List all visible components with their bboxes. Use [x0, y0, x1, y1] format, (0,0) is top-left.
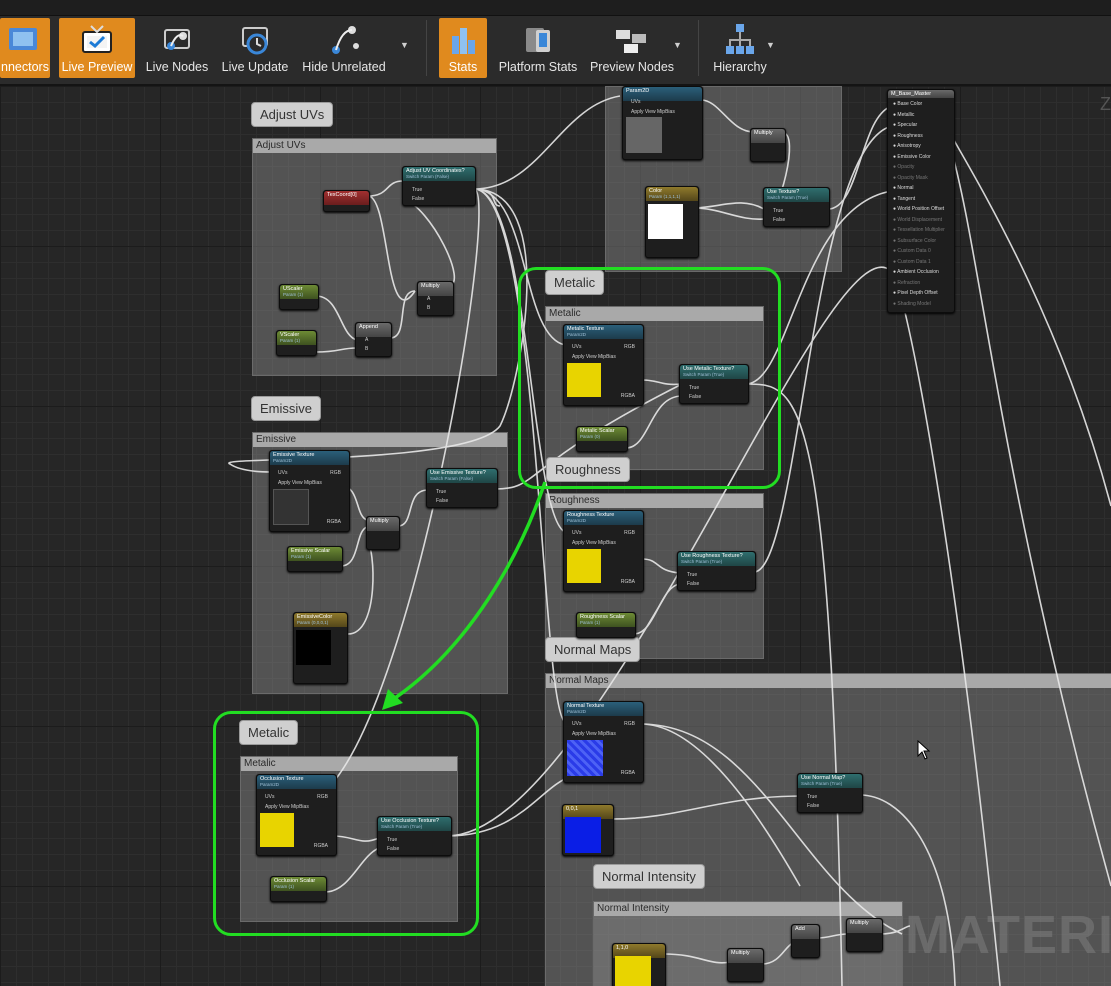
toolbar-live-preview-button[interactable]: Live Preview [59, 18, 135, 78]
platform-stats-icon [526, 28, 550, 52]
toolbar-hierarchy-button[interactable]: Hierarchy [710, 18, 770, 78]
editor-toolbar: nnectors Live Preview Live Nodes Live Up… [0, 0, 1111, 86]
toolbar-connectors-label: nnectors [1, 60, 49, 74]
toolbar-live-update-label: Live Update [221, 60, 289, 74]
toolbar-options-dropdown-2[interactable]: ▼ [673, 40, 683, 50]
toolbar-hide-unrelated-label: Hide Unrelated [302, 60, 386, 74]
toolbar-live-update-button[interactable]: Live Update [219, 18, 291, 78]
preview-nodes-icon [616, 30, 646, 53]
toolbar-separator [426, 20, 427, 76]
toolbar-stats-button[interactable]: Stats [439, 18, 487, 78]
toolbar-platform-stats-label: Platform Stats [498, 60, 578, 74]
connectors-icon [9, 28, 37, 50]
toolbar-platform-stats-button[interactable]: Platform Stats [495, 18, 581, 78]
mouse-cursor-icon [917, 740, 931, 760]
toolbar-preview-nodes-label: Preview Nodes [589, 60, 675, 74]
toolbar-stats-label: Stats [448, 60, 478, 74]
live-update-icon [242, 27, 268, 55]
toolbar-live-nodes-label: Live Nodes [145, 60, 209, 74]
live-nodes-icon [164, 29, 190, 50]
toolbar-options-dropdown-1[interactable]: ▼ [400, 40, 410, 50]
toolbar-hierarchy-label: Hierarchy [713, 60, 767, 74]
toolbar-live-nodes-button[interactable]: Live Nodes [143, 18, 211, 78]
tv-icon [82, 25, 112, 53]
hierarchy-icon [726, 24, 754, 54]
toolbar-options-dropdown-3[interactable]: ▼ [766, 40, 776, 50]
toolbar-live-preview-label: Live Preview [61, 60, 133, 74]
hide-unrelated-icon [332, 26, 359, 54]
stats-icon [452, 28, 475, 54]
toolbar-separator-2 [698, 20, 699, 76]
toolbar-connectors-button[interactable]: nnectors [0, 18, 50, 78]
highlight-arrow [382, 481, 547, 710]
toolbar-hide-unrelated-button[interactable]: Hide Unrelated [299, 18, 389, 78]
material-graph-canvas[interactable]: Adjust UVs Emissive Metalic Roughness No… [0, 86, 1111, 986]
toolbar-preview-nodes-button[interactable]: Preview Nodes [588, 18, 676, 78]
toolbar-top-strip [0, 0, 1111, 16]
